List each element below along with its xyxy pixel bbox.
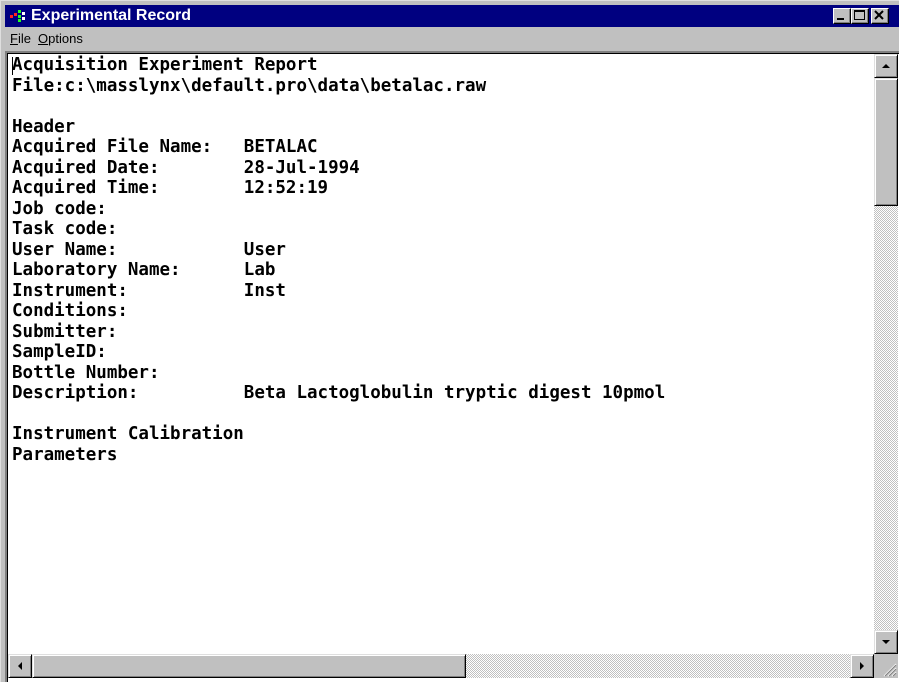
report-line <box>12 404 665 425</box>
scroll-right-arrow-icon <box>860 662 864 670</box>
report-line: File:c:\masslynx\default.pro\data\betala… <box>12 75 487 96</box>
report-line: Acquired File Name: BETALAC <box>12 137 318 157</box>
scroll-down-button[interactable] <box>874 630 898 654</box>
scroll-left-button[interactable] <box>8 654 32 678</box>
scroll-up-arrow-icon <box>882 64 890 68</box>
menu-bar: File Options <box>5 28 899 50</box>
minimize-icon <box>837 18 844 20</box>
report-line: Instrument Calibration <box>12 424 244 444</box>
close-icon <box>874 10 884 20</box>
report-line: Parameters <box>12 444 118 465</box>
report-line: Job code: <box>12 198 107 219</box>
report-line: Header <box>12 116 76 137</box>
report-line: Task code: <box>12 219 118 239</box>
size-grip-icon <box>883 663 897 677</box>
horizontal-scroll-thumb[interactable] <box>32 654 466 678</box>
report-line <box>12 96 665 117</box>
window-title: Experimental Record <box>31 7 192 24</box>
report-line: Acquired Time: 12:52:19 <box>12 178 329 198</box>
report-line: Acquisition Experiment Report <box>12 55 318 75</box>
scroll-right-button[interactable] <box>850 654 874 678</box>
close-button[interactable] <box>871 8 889 24</box>
report-line: Instrument: Inst <box>12 280 286 301</box>
report-line: Laboratory Name: Lab <box>12 260 276 280</box>
menu-file-label: ile <box>17 31 31 46</box>
scroll-up-button[interactable] <box>874 54 898 78</box>
scroll-left-arrow-icon <box>18 662 22 670</box>
report-line: Acquired Date: 28-Jul-1994 <box>12 157 360 178</box>
report-line: User Name: User <box>12 239 286 260</box>
vertical-scroll-thumb[interactable] <box>874 78 898 206</box>
scroll-down-arrow-icon <box>882 640 890 644</box>
text-caret <box>12 57 13 75</box>
menu-options[interactable]: Options <box>38 31 83 47</box>
maximize-icon <box>854 10 865 20</box>
vertical-scrollbar[interactable] <box>874 54 898 654</box>
title-bar[interactable]: Experimental Record <box>5 5 899 27</box>
report-text: Acquisition Experiment Report File:c:\mas… <box>12 55 665 465</box>
report-line: Bottle Number: <box>12 362 160 383</box>
report-text-area[interactable]: Acquisition Experiment Report File:c:\mas… <box>8 54 874 654</box>
experimental-record-window: Experimental Record File Options Acquisi… <box>0 0 899 682</box>
report-line: Submitter: <box>12 321 118 342</box>
report-line: Description: Beta Lactoglobulin tryptic … <box>12 383 666 403</box>
report-line: SampleID: <box>12 342 107 362</box>
menu-options-label: ptions <box>48 31 83 46</box>
menu-file[interactable]: File <box>10 31 31 47</box>
menu-file-accelerator: F <box>10 31 18 46</box>
horizontal-scrollbar[interactable] <box>8 654 874 678</box>
size-grip[interactable] <box>874 654 898 678</box>
minimize-button[interactable] <box>833 8 851 24</box>
maximize-button[interactable] <box>851 8 869 24</box>
menu-options-accelerator: O <box>38 31 49 46</box>
report-line: Conditions: <box>12 301 128 321</box>
experimental-record-app-icon[interactable] <box>10 9 26 23</box>
report-view: Acquisition Experiment Report File:c:\mas… <box>5 51 899 682</box>
